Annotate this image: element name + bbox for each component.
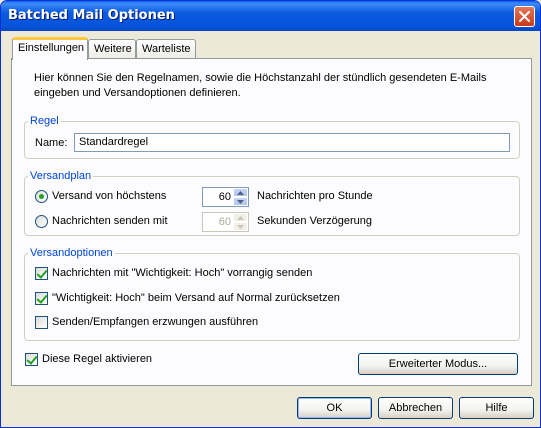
checkbox-activate-rule[interactable] <box>25 353 38 366</box>
checkbox-force-send-receive-label[interactable]: Senden/Empfangen erzwungen ausführen <box>52 316 258 328</box>
arrow-down-icon <box>237 199 244 204</box>
checkbox-reset-priority[interactable] <box>35 292 48 305</box>
checkbox-priority-first-label[interactable]: Nachrichten mit "Wichtigkeit: Hoch" vorr… <box>52 267 312 279</box>
group-versandoptionen-legend: Versandoptionen <box>30 247 113 259</box>
tab-einstellungen[interactable]: Einstellungen <box>12 37 88 60</box>
radio-delay-send[interactable] <box>35 215 48 228</box>
arrow-up-icon <box>237 190 244 195</box>
messages-per-hour-unit: Nachrichten pro Stunde <box>257 190 373 202</box>
dialog-window: Batched Mail Optionen Einstellungen Weit… <box>0 0 541 428</box>
delay-spinner-up-button[interactable] <box>233 213 248 222</box>
help-button[interactable]: Hilfe <box>459 397 534 419</box>
group-regel-legend: Regel <box>30 115 59 127</box>
spinner-up-button[interactable] <box>233 188 248 197</box>
window-title: Batched Mail Optionen <box>8 8 175 23</box>
close-button[interactable] <box>514 6 535 27</box>
delay-seconds-unit: Sekunden Verzögerung <box>257 215 372 227</box>
intro-text: Hier können Sie den Regelnamen, sowie di… <box>34 72 487 99</box>
checkbox-priority-first[interactable] <box>35 267 48 280</box>
rule-name-input[interactable]: Standardregel <box>74 133 510 152</box>
tab-einstellungen-label: Einstellungen <box>18 42 85 54</box>
cancel-button[interactable]: Abbrechen <box>378 397 453 419</box>
advanced-mode-button[interactable]: Erweiterter Modus... <box>358 353 518 375</box>
tab-panel-einstellungen: Hier können Sie den Regelnamen, sowie di… <box>11 58 532 386</box>
checkbox-force-send-receive[interactable] <box>35 316 48 329</box>
radio-max-send-label[interactable]: Versand von höchstens <box>52 190 166 202</box>
delay-spinner-down-button[interactable] <box>233 222 248 231</box>
arrow-up-icon <box>237 215 244 220</box>
tab-weitere-label: Weitere <box>94 43 132 55</box>
checkbox-activate-rule-label[interactable]: Diese Regel aktivieren <box>42 353 152 365</box>
spinner-down-button[interactable] <box>233 197 248 206</box>
messages-per-hour-spinner[interactable]: 60 <box>202 187 249 207</box>
tab-warteliste[interactable]: Warteliste <box>136 39 196 59</box>
radio-delay-send-label[interactable]: Nachrichten senden mit <box>52 215 168 227</box>
messages-per-hour-value[interactable]: 60 <box>219 191 231 203</box>
arrow-down-icon <box>237 224 244 229</box>
tab-warteliste-label: Warteliste <box>142 43 191 55</box>
radio-max-send[interactable] <box>35 190 48 203</box>
title-bar[interactable]: Batched Mail Optionen <box>1 1 540 31</box>
delay-seconds-value[interactable]: 60 <box>219 216 231 228</box>
tab-weitere[interactable]: Weitere <box>88 39 136 59</box>
name-label: Name: <box>35 137 68 149</box>
close-icon <box>519 11 530 22</box>
ok-button[interactable]: OK <box>297 397 372 419</box>
delay-seconds-spinner[interactable]: 60 <box>202 212 249 232</box>
checkbox-reset-priority-label[interactable]: "Wichtigkeit: Hoch" beim Versand auf Nor… <box>52 292 340 304</box>
group-versandplan-legend: Versandplan <box>30 170 92 182</box>
